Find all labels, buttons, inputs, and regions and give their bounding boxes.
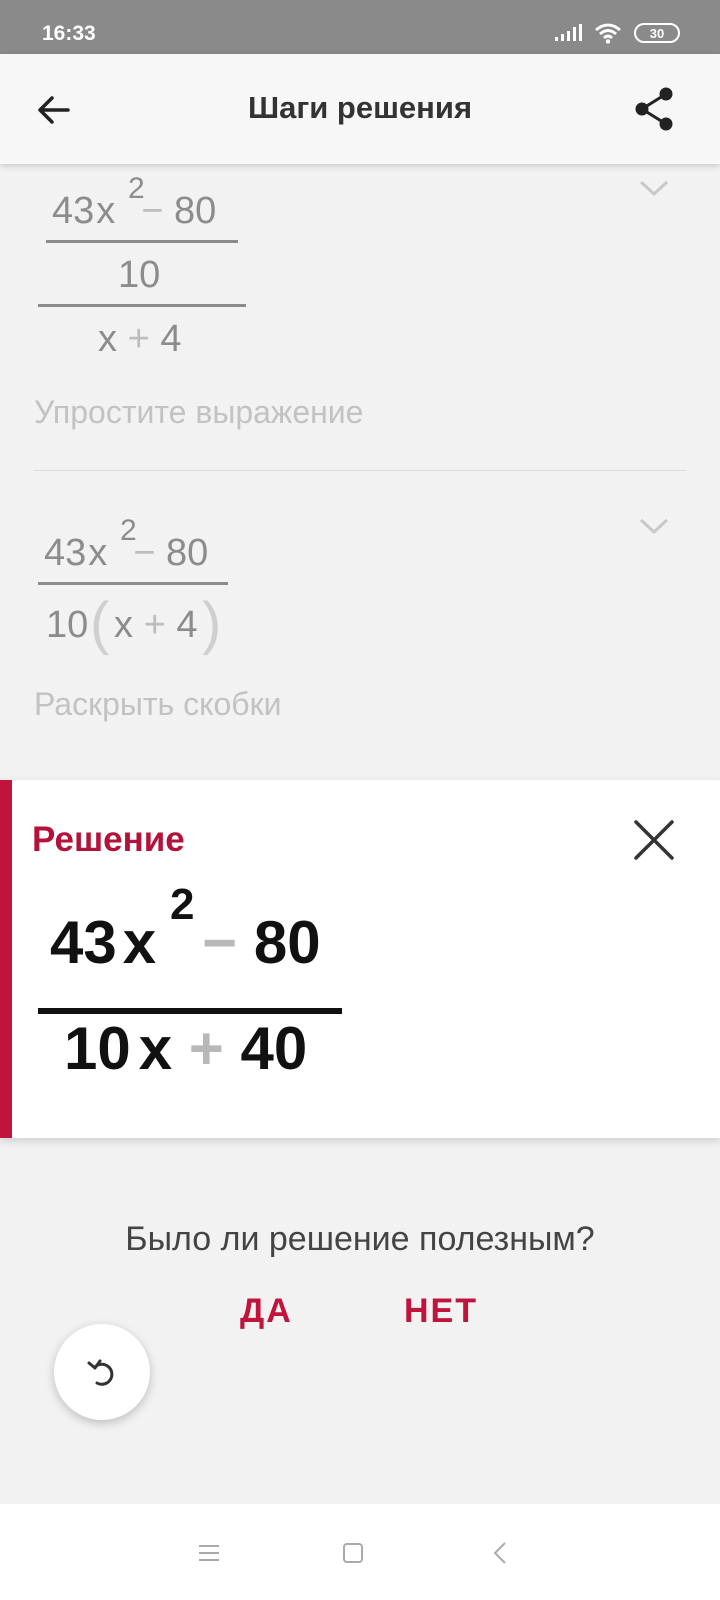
num-exp: 2 — [128, 172, 145, 205]
num-const: 80 — [166, 532, 209, 574]
signal-icon — [555, 24, 582, 41]
num-var: x — [88, 532, 108, 574]
sol-den-var: x — [138, 1015, 173, 1082]
menu-icon[interactable] — [194, 1538, 224, 1568]
den-const: 4 — [176, 604, 198, 646]
num-exp: 2 — [120, 514, 137, 547]
chevron-down-icon[interactable] — [638, 178, 670, 198]
den-var: x — [114, 604, 133, 646]
close-icon[interactable] — [632, 818, 676, 862]
close-paren: ) — [202, 591, 222, 656]
divider — [34, 470, 686, 471]
den-coef: 10 — [46, 604, 89, 646]
den-op: + — [143, 604, 166, 646]
sol-num-exp: 2 — [170, 880, 195, 929]
back-nav-icon[interactable] — [486, 1538, 516, 1568]
sol-den-coef: 10 — [64, 1015, 131, 1082]
num-coef: 43 — [52, 190, 95, 232]
battery-icon: 30 — [634, 23, 680, 43]
status-bar: 16:33 30 — [0, 0, 720, 54]
step-2-denominator-inner: x + 4 — [114, 604, 197, 647]
app-bar: Шаги решения — [0, 54, 720, 164]
den-op: + — [127, 318, 150, 360]
fraction-line-inner — [46, 240, 238, 243]
solution-title: Решение — [32, 820, 185, 859]
fraction-line — [38, 582, 228, 585]
sol-den-const: 40 — [240, 1015, 308, 1082]
battery-level: 30 — [649, 25, 665, 41]
chevron-down-icon[interactable] — [638, 516, 670, 536]
num-const: 80 — [174, 190, 217, 232]
home-icon[interactable] — [338, 1538, 368, 1568]
num-coef: 43 — [44, 532, 87, 574]
sol-num-op: − — [202, 909, 238, 976]
num-var: x — [96, 190, 116, 232]
sol-num-var: x — [122, 909, 157, 976]
step-1-inner-denominator: 10 — [118, 254, 161, 296]
page-title: Шаги решения — [247, 90, 473, 125]
den-var: x — [98, 318, 117, 360]
open-paren: ( — [90, 591, 110, 656]
fraction-line-outer — [38, 304, 246, 307]
step-2: 43x − 80 2 10 ( x + 4 ) Раскрыть скобки — [0, 500, 720, 750]
status-time: 16:33 — [42, 22, 96, 45]
yes-button[interactable]: ДА — [240, 1292, 293, 1331]
status-icons: 30 — [554, 22, 680, 44]
share-icon[interactable] — [632, 86, 676, 132]
step-1-denominator: x + 4 — [98, 318, 181, 361]
solution-accent-bar — [0, 780, 12, 1138]
solution-denominator: 10 x + 40 — [64, 1014, 307, 1083]
step-2-denominator: 10 — [46, 604, 88, 647]
sol-num-coef: 43 — [50, 909, 117, 976]
sol-num-const: 80 — [253, 909, 321, 976]
system-nav-bar — [0, 1504, 720, 1600]
feedback-question: Было ли решение полезным? — [125, 1220, 595, 1258]
no-button[interactable]: НЕТ — [404, 1292, 478, 1331]
step-1-label: Упростите выражение — [34, 394, 364, 430]
undo-button[interactable] — [54, 1324, 150, 1420]
den-const: 4 — [160, 318, 182, 360]
undo-icon — [87, 1359, 114, 1386]
step-1: 43x − 80 2 10 x + 4 Упростите выражение — [0, 164, 720, 480]
solution-card: Решение 43 x − 80 2 10 x + 40 — [0, 780, 720, 1138]
wifi-icon — [595, 23, 621, 44]
sol-den-op: + — [188, 1015, 224, 1082]
step-2-label: Раскрыть скобки — [34, 686, 282, 722]
